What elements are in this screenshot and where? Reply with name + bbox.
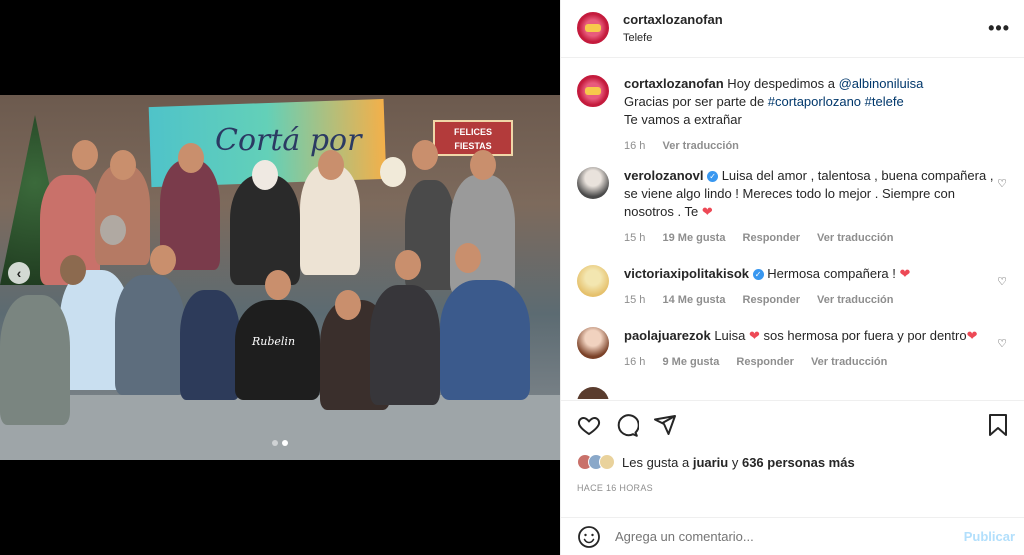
likes-middle: y [728, 454, 742, 470]
post-timestamp[interactable]: HACE 16 HORAS [577, 483, 653, 493]
comment-time[interactable]: 16 h [624, 356, 645, 368]
heart-emoji: ❤ [749, 328, 760, 343]
caption-body: cortaxlozanofan Hoy despedimos a @albino… [624, 75, 994, 155]
like-comment-heart-icon[interactable]: ♡ [997, 337, 1007, 350]
comment-bubble-icon[interactable] [615, 413, 639, 437]
comment-likes[interactable]: 14 Me gusta [662, 294, 725, 306]
save-bookmark-icon[interactable] [987, 413, 1009, 437]
likes-count-link[interactable]: 636 personas más [742, 455, 855, 470]
hashtag-telefe[interactable]: #telefe [865, 94, 904, 109]
verified-badge-icon: ✓ [707, 171, 719, 183]
comment-likes[interactable]: 19 Me gusta [662, 232, 725, 244]
likes-summary: Les gusta a juariu y 636 personas más [577, 454, 855, 470]
caption-line2: Gracias por ser parte de [624, 94, 768, 109]
comment-body: victoriaxipolitakisok ✓ Hermosa compañer… [624, 265, 994, 309]
add-comment-bar: Publicar [561, 517, 1024, 555]
post-header: cortaxlozanofan Telefe ••• [561, 0, 1024, 58]
post-panel: cortaxlozanofan Telefe ••• cortaxlozanof… [560, 0, 1024, 555]
post-location[interactable]: Telefe [623, 32, 652, 44]
liker-avatar[interactable] [599, 454, 615, 470]
verified-badge-icon: ✓ [752, 269, 764, 281]
likes-prefix: Les gusta a [622, 454, 693, 470]
comment-likes[interactable]: 9 Me gusta [662, 356, 719, 368]
comment-text: Hermosa compañera ! [763, 266, 900, 281]
like-comment-heart-icon[interactable]: ♡ [997, 275, 1007, 288]
commenter-avatar[interactable] [577, 327, 609, 359]
caption-line3: Te vamos a extrañar [624, 112, 742, 127]
reply-button[interactable]: Responder [743, 294, 800, 306]
reply-button[interactable]: Responder [736, 356, 793, 368]
sign-line2: FIESTAS [454, 141, 492, 151]
caption-mention[interactable]: @albinoniluisa [839, 76, 924, 91]
share-paper-plane-icon[interactable] [653, 413, 677, 437]
caption-text: Hoy despedimos a [723, 76, 839, 91]
author-avatar[interactable] [577, 12, 609, 44]
studio-floor [0, 395, 560, 460]
translate-button[interactable]: Ver traducción [811, 356, 887, 368]
translate-button[interactable]: Ver traducción [817, 294, 893, 306]
felices-fiestas-sign: FELICES FIESTAS [433, 120, 513, 156]
sign-line1: FELICES [453, 127, 492, 137]
carousel-dot [272, 440, 278, 446]
more-options-icon[interactable]: ••• [988, 18, 1010, 39]
comment-body: verolozanovl ✓ Luisa del amor , talentos… [624, 167, 994, 247]
commenter-avatar[interactable] [577, 265, 609, 297]
comment-input[interactable] [615, 529, 915, 544]
carousel-prev-button[interactable]: ‹ [8, 262, 30, 284]
commenter-username[interactable]: paolajuarezok [624, 328, 711, 343]
post-photo[interactable]: Cortá por FELICES FIESTAS Rubelin [0, 95, 560, 460]
author-username[interactable]: cortaxlozanofan [623, 12, 723, 27]
post-actions: Les gusta a juariu y 636 personas más HA… [561, 400, 1024, 520]
commenter-avatar[interactable] [577, 167, 609, 199]
liker-username[interactable]: juariu [693, 455, 728, 470]
caption-time[interactable]: 16 h [624, 140, 645, 152]
publish-button[interactable]: Publicar [964, 529, 1015, 544]
comment-body: paolajuarezok Luisa ❤ sos hermosa por fu… [624, 327, 994, 371]
comments-list[interactable]: cortaxlozanofan Hoy despedimos a @albino… [561, 59, 1024, 399]
reply-button[interactable]: Responder [743, 232, 800, 244]
heart-emoji: ❤ [701, 204, 713, 219]
author-avatar[interactable] [577, 75, 609, 107]
emoji-smiley-icon[interactable] [577, 525, 601, 549]
carousel-dot-active [282, 440, 288, 446]
caption-username[interactable]: cortaxlozanofan [624, 76, 724, 91]
shirt-text: Rubelin [252, 335, 296, 348]
like-comment-heart-icon[interactable]: ♡ [997, 177, 1007, 190]
translate-button[interactable]: Ver traducción [817, 232, 893, 244]
like-heart-icon[interactable] [577, 413, 601, 437]
comment-time[interactable]: 15 h [624, 294, 645, 306]
comment-text: Luisa [710, 328, 750, 343]
commenter-avatar[interactable] [577, 387, 609, 399]
post-media: Cortá por FELICES FIESTAS Rubelin ‹ [0, 0, 560, 555]
hashtag-cortaporlozano[interactable]: #cortaporlozano [768, 94, 861, 109]
translate-button[interactable]: Ver traducción [662, 140, 738, 152]
comment-time[interactable]: 15 h [624, 232, 645, 244]
heart-emoji: ❤ [966, 328, 978, 343]
commenter-username[interactable]: victoriaxipolitakisok [624, 266, 749, 281]
comment-text-2: sos hermosa por fuera y por dentro [759, 328, 967, 343]
carousel-indicator [272, 440, 288, 446]
commenter-username[interactable]: verolozanovl [624, 168, 703, 183]
heart-emoji: ❤ [899, 266, 911, 281]
